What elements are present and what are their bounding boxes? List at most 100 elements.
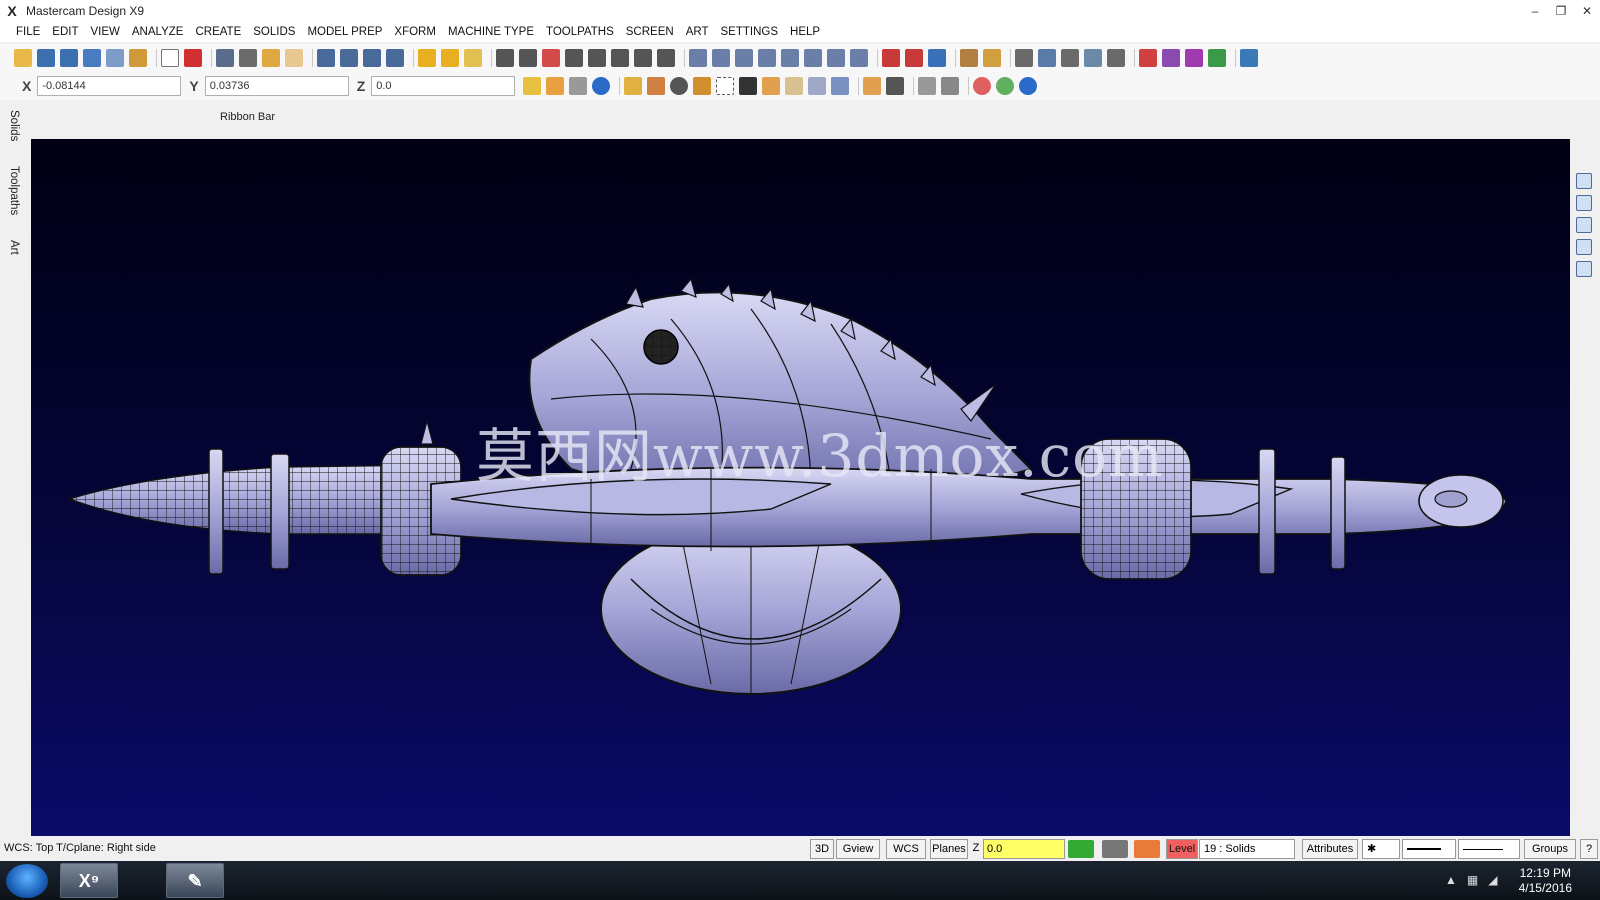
chain-select-icon[interactable]: [624, 77, 643, 95]
menu-view[interactable]: VIEW: [85, 22, 126, 42]
level-button[interactable]: Level: [1166, 839, 1198, 859]
break-icon[interactable]: [519, 49, 537, 67]
menu-machine-type[interactable]: MACHINE TYPE: [442, 22, 540, 42]
merge-icon[interactable]: [106, 49, 124, 67]
brush-icon[interactable]: [464, 49, 482, 67]
end-selection-icon[interactable]: [941, 77, 960, 95]
menu-toolpaths[interactable]: TOOLPATHS: [540, 22, 620, 42]
draft-icon[interactable]: [441, 49, 459, 67]
view-top-icon[interactable]: [1576, 195, 1592, 211]
menu-model-prep[interactable]: MODEL PREP: [301, 22, 388, 42]
clock[interactable]: 12:19 PM 4/15/2016: [1519, 866, 1572, 896]
restore-button[interactable]: ❐: [1548, 0, 1574, 22]
menu-solids[interactable]: SOLIDS: [247, 22, 301, 42]
color-icon[interactable]: [1068, 840, 1094, 858]
tab-toolpaths[interactable]: Toolpaths: [8, 166, 20, 215]
export-icon[interactable]: [129, 49, 147, 67]
point-style-icon[interactable]: [1102, 840, 1128, 858]
menu-create[interactable]: CREATE: [189, 22, 247, 42]
translate-icon[interactable]: [1015, 49, 1033, 67]
show-hidden-icons-icon[interactable]: ▲: [1445, 873, 1457, 887]
close-button[interactable]: ✕: [1574, 0, 1600, 22]
polygon-icon[interactable]: [827, 49, 845, 67]
box-select-icon[interactable]: [693, 77, 712, 95]
view-layers-icon[interactable]: [1576, 261, 1592, 277]
cancel-icon[interactable]: [973, 77, 992, 95]
menu-edit[interactable]: EDIT: [46, 22, 84, 42]
z-depth-field[interactable]: 0.0: [983, 839, 1065, 859]
rectangle-icon[interactable]: [804, 49, 822, 67]
rotate-icon[interactable]: [1038, 49, 1056, 67]
analyze-entity-icon[interactable]: [216, 49, 234, 67]
save-icon[interactable]: [37, 49, 55, 67]
offset-icon[interactable]: [588, 49, 606, 67]
solid-feature-icon[interactable]: [863, 77, 882, 95]
save-some-icon[interactable]: [83, 49, 101, 67]
menu-art[interactable]: ART: [680, 22, 715, 42]
join-icon[interactable]: [542, 49, 560, 67]
fillet-icon[interactable]: [983, 49, 1001, 67]
network-icon[interactable]: ▦: [1467, 873, 1478, 887]
scale-icon[interactable]: [657, 49, 675, 67]
autocursor-icon[interactable]: [546, 77, 565, 95]
paint-taskbar-button[interactable]: ✎: [166, 863, 224, 898]
art-surface-icon[interactable]: [1162, 49, 1180, 67]
minimize-button[interactable]: –: [1522, 0, 1548, 22]
paste-icon[interactable]: [285, 49, 303, 67]
analyze-contour-icon[interactable]: [386, 49, 404, 67]
level-select[interactable]: 19 : Solids: [1199, 839, 1295, 859]
stretch-icon[interactable]: [634, 49, 652, 67]
menu-screen[interactable]: SCREEN: [620, 22, 680, 42]
help-icon[interactable]: [592, 77, 611, 95]
3d-button[interactable]: 3D: [810, 839, 834, 859]
mastercam-taskbar-button[interactable]: X⁹: [60, 863, 118, 898]
art-relief-icon[interactable]: [1185, 49, 1203, 67]
menu-analyze[interactable]: ANALYZE: [126, 22, 190, 42]
solid-extrude-icon[interactable]: [882, 49, 900, 67]
verify-icon[interactable]: [918, 77, 937, 95]
line-width-select[interactable]: [1458, 839, 1520, 859]
windows-start-icon[interactable]: [6, 864, 48, 898]
ellipse-icon[interactable]: [850, 49, 868, 67]
menu-settings[interactable]: SETTINGS: [715, 22, 785, 42]
fast-point-icon[interactable]: [523, 77, 542, 95]
window-select-icon[interactable]: [647, 77, 666, 95]
graphics-viewport[interactable]: 莫西网www.3dmox.com: [31, 139, 1570, 836]
menu-file[interactable]: FILE: [10, 22, 46, 42]
delete-icon[interactable]: [184, 49, 202, 67]
point-icon[interactable]: [689, 49, 707, 67]
planes-button[interactable]: Planes: [930, 839, 968, 859]
arc-icon[interactable]: [758, 49, 776, 67]
attributes-button[interactable]: Attributes: [1302, 839, 1358, 859]
line-icon[interactable]: [712, 49, 730, 67]
art-toolpath-icon[interactable]: [1208, 49, 1226, 67]
pencil-icon[interactable]: [418, 49, 436, 67]
settings-gear-icon[interactable]: [1240, 49, 1258, 67]
tab-art[interactable]: Art: [8, 240, 20, 255]
z-coordinate-input[interactable]: [371, 76, 516, 96]
line-style-select[interactable]: [1402, 839, 1456, 859]
project-icon[interactable]: [1084, 49, 1102, 67]
gview-button[interactable]: Gview: [836, 839, 880, 859]
solid-select-icon[interactable]: [762, 77, 781, 95]
selection-mask-icon[interactable]: [569, 77, 588, 95]
analyze-distance-icon[interactable]: [340, 49, 358, 67]
solid-sweep-icon[interactable]: [928, 49, 946, 67]
menu-help[interactable]: HELP: [784, 22, 826, 42]
help-circle-icon[interactable]: [1019, 77, 1038, 95]
x-coordinate-input[interactable]: [37, 76, 182, 96]
view-iso-icon[interactable]: [1576, 173, 1592, 189]
undo-select-icon[interactable]: [886, 77, 905, 95]
pointer-icon[interactable]: [739, 77, 758, 95]
volume-icon[interactable]: ◢: [1488, 873, 1497, 887]
line-color-icon[interactable]: [1134, 840, 1160, 858]
view-right-icon[interactable]: [1576, 239, 1592, 255]
save-as-icon[interactable]: [60, 49, 78, 67]
new-file-icon[interactable]: [161, 49, 179, 67]
face-select-icon[interactable]: [785, 77, 804, 95]
mirror-icon[interactable]: [1061, 49, 1079, 67]
circle-icon[interactable]: [735, 49, 753, 67]
view-front-icon[interactable]: [1576, 217, 1592, 233]
extend-icon[interactable]: [611, 49, 629, 67]
groups-button[interactable]: Groups: [1524, 839, 1576, 859]
